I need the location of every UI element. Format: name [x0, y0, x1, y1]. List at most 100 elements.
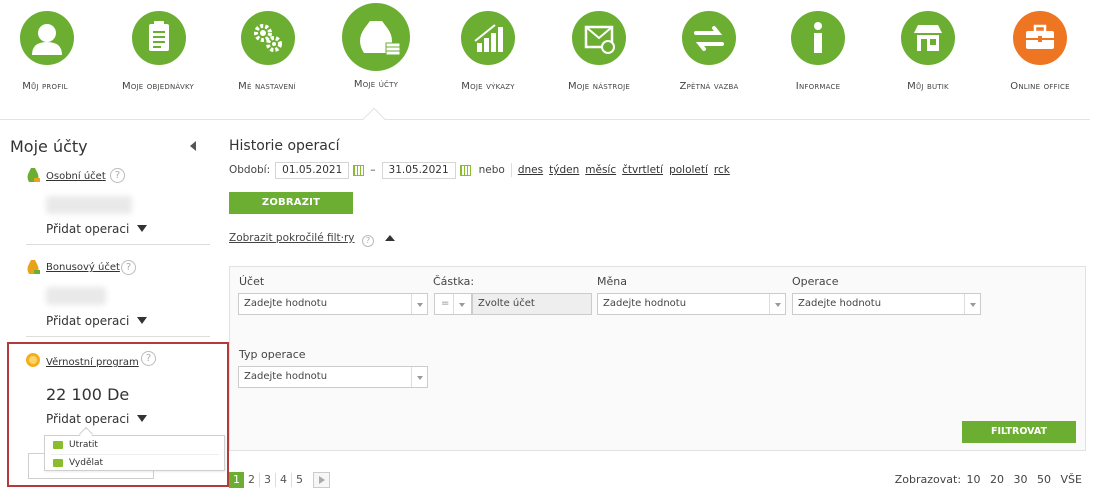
- pagination: 1 2 3 4 5: [229, 472, 330, 488]
- account-filter-select[interactable]: Zadejte hodnotu: [238, 293, 428, 315]
- dropdown-item-earn[interactable]: Vydělat: [53, 455, 103, 471]
- quick-month[interactable]: měsíc: [585, 164, 616, 176]
- per-page-20[interactable]: 20: [990, 473, 1004, 486]
- operation-type-select[interactable]: Zadejte hodnotu: [238, 366, 428, 388]
- nav-item-my-tools[interactable]: Moje nástroje: [552, 0, 646, 118]
- quick-quarter[interactable]: čtvrtletí: [622, 164, 663, 176]
- loyalty-program-balance: 22 100 De: [46, 385, 130, 404]
- currency-filter-placeholder: Zadejte hodnotu: [603, 298, 687, 309]
- help-icon[interactable]: ?: [141, 351, 156, 366]
- sidebar-title: Moje účty: [10, 137, 88, 156]
- caret-down-icon: [137, 415, 148, 422]
- clipboard-icon: [132, 11, 186, 65]
- bonus-account-link[interactable]: Bonusový účet: [46, 262, 120, 273]
- nav-item-my-orders[interactable]: Moje objednávky: [102, 0, 214, 118]
- add-operation-button[interactable]: Přidat operaci: [46, 222, 148, 236]
- page-4[interactable]: 4: [276, 472, 291, 488]
- nav-item-my-boutique[interactable]: Můj butik: [888, 0, 968, 118]
- nav-item-online-office[interactable]: Online office: [996, 0, 1084, 118]
- currency-filter-select[interactable]: Zadejte hodnotu: [597, 293, 786, 315]
- personal-account-link[interactable]: Osobní účet: [46, 171, 106, 182]
- wallet-icon: [53, 441, 63, 449]
- nav-label: Mé nastavení: [238, 81, 296, 92]
- nav-label: Online office: [1010, 81, 1070, 92]
- per-page-label: Zobrazovat:: [894, 473, 962, 486]
- sidebar-collapse-icon[interactable]: [190, 141, 196, 151]
- nav-item-my-profile[interactable]: Můj profil: [0, 0, 90, 118]
- arrows-icon: [682, 11, 736, 65]
- operation-filter-placeholder: Zadejte hodnotu: [798, 298, 882, 309]
- account-divider: [26, 336, 210, 337]
- nav-label: Můj butik: [907, 81, 949, 92]
- bonus-account-balance: [46, 287, 106, 305]
- divider: [453, 294, 454, 314]
- nav-item-my-accounts[interactable]: Moje účty: [336, 0, 416, 118]
- nav-item-my-reports[interactable]: Moje výkazy: [446, 0, 530, 118]
- money-bag-icon: [342, 3, 410, 71]
- top-navigation: Můj profil Moje objednávky Mé nastavení …: [0, 0, 1097, 118]
- page-5[interactable]: 5: [292, 472, 307, 488]
- nav-label: Můj profil: [22, 81, 68, 92]
- operation-type-placeholder: Zadejte hodnotu: [244, 371, 328, 382]
- page-2[interactable]: 2: [244, 472, 259, 488]
- help-icon[interactable]: ?: [362, 235, 374, 247]
- filter-button[interactable]: FILTROVAT: [962, 421, 1076, 443]
- add-operation-dropdown: Utratit Vydělat: [44, 435, 225, 471]
- nav-label: Moje objednávky: [122, 81, 194, 92]
- dropdown-item-label: Utratit: [69, 440, 98, 450]
- page-3[interactable]: 3: [260, 472, 275, 488]
- shop-icon: [901, 11, 955, 65]
- date-to-input[interactable]: 31.05.2021: [381, 161, 456, 179]
- period-label: Období:: [229, 164, 271, 176]
- next-page-icon[interactable]: [313, 472, 330, 488]
- add-operation-label: Přidat operaci: [46, 412, 130, 426]
- dropdown-item-spend[interactable]: Utratit: [53, 437, 98, 453]
- account-divider: [26, 244, 210, 245]
- per-page-10[interactable]: 10: [967, 473, 981, 486]
- advanced-filters-toggle[interactable]: Zobrazit pokročilé filt·ry: [229, 232, 355, 244]
- nav-item-my-settings[interactable]: Mé nastavení: [222, 0, 312, 118]
- per-page-all[interactable]: VŠE: [1061, 473, 1082, 486]
- amount-value-text: Zvolte účet: [478, 298, 535, 309]
- account-filter-label: Účet: [239, 275, 265, 288]
- nav-divider: [0, 119, 1090, 120]
- calendar-icon[interactable]: [459, 164, 471, 176]
- add-operation-label: Přidat operaci: [46, 314, 130, 328]
- operation-type-label: Typ operace: [239, 348, 306, 361]
- briefcase-icon: [1013, 11, 1067, 65]
- quick-half-year[interactable]: pololetí: [669, 164, 708, 176]
- bar-chart-icon: [461, 11, 515, 65]
- date-from-input[interactable]: 01.05.2021: [275, 161, 350, 179]
- operation-filter-select[interactable]: Zadejte hodnotu: [792, 293, 981, 315]
- help-icon[interactable]: ?: [110, 168, 125, 183]
- nav-label: Moje účty: [353, 79, 399, 90]
- quick-year[interactable]: rck: [714, 164, 730, 176]
- page-title: Historie operací: [229, 138, 340, 154]
- show-button[interactable]: ZOBRAZIT: [229, 192, 353, 214]
- loyalty-program-link[interactable]: Věrnostní program: [46, 357, 139, 368]
- info-icon: [791, 11, 845, 65]
- nav-label: Moje výkazy: [461, 81, 515, 92]
- add-operation-label: Přidat operaci: [46, 222, 130, 236]
- add-operation-button[interactable]: Přidat operaci: [46, 412, 148, 426]
- add-operation-button[interactable]: Přidat operaci: [46, 314, 148, 328]
- nav-item-feedback[interactable]: Zpětná vazba: [664, 0, 754, 118]
- wallet-icon: [53, 459, 63, 467]
- amount-operator-select[interactable]: =: [434, 293, 472, 315]
- calendar-icon[interactable]: [353, 164, 365, 176]
- per-page-50[interactable]: 50: [1037, 473, 1051, 486]
- per-page-30[interactable]: 30: [1014, 473, 1028, 486]
- amount-value-input[interactable]: Zvolte účet: [472, 293, 592, 315]
- nav-item-information[interactable]: Informace: [778, 0, 858, 118]
- help-icon[interactable]: ?: [121, 260, 136, 275]
- caret-up-icon[interactable]: [385, 235, 395, 241]
- period-row: Období: 01.05.2021 – 31.05.2021 nebo dne…: [229, 161, 730, 179]
- nav-label: Zpětná vazba: [679, 81, 739, 92]
- account-filter-placeholder: Zadejte hodnotu: [244, 298, 328, 309]
- dropdown-item-label: Vydělat: [69, 458, 104, 468]
- gears-icon: [241, 11, 295, 65]
- page-1[interactable]: 1: [229, 472, 244, 488]
- quick-week[interactable]: týden: [549, 164, 579, 176]
- personal-account-balance: [46, 196, 132, 214]
- quick-today[interactable]: dnes: [518, 164, 543, 176]
